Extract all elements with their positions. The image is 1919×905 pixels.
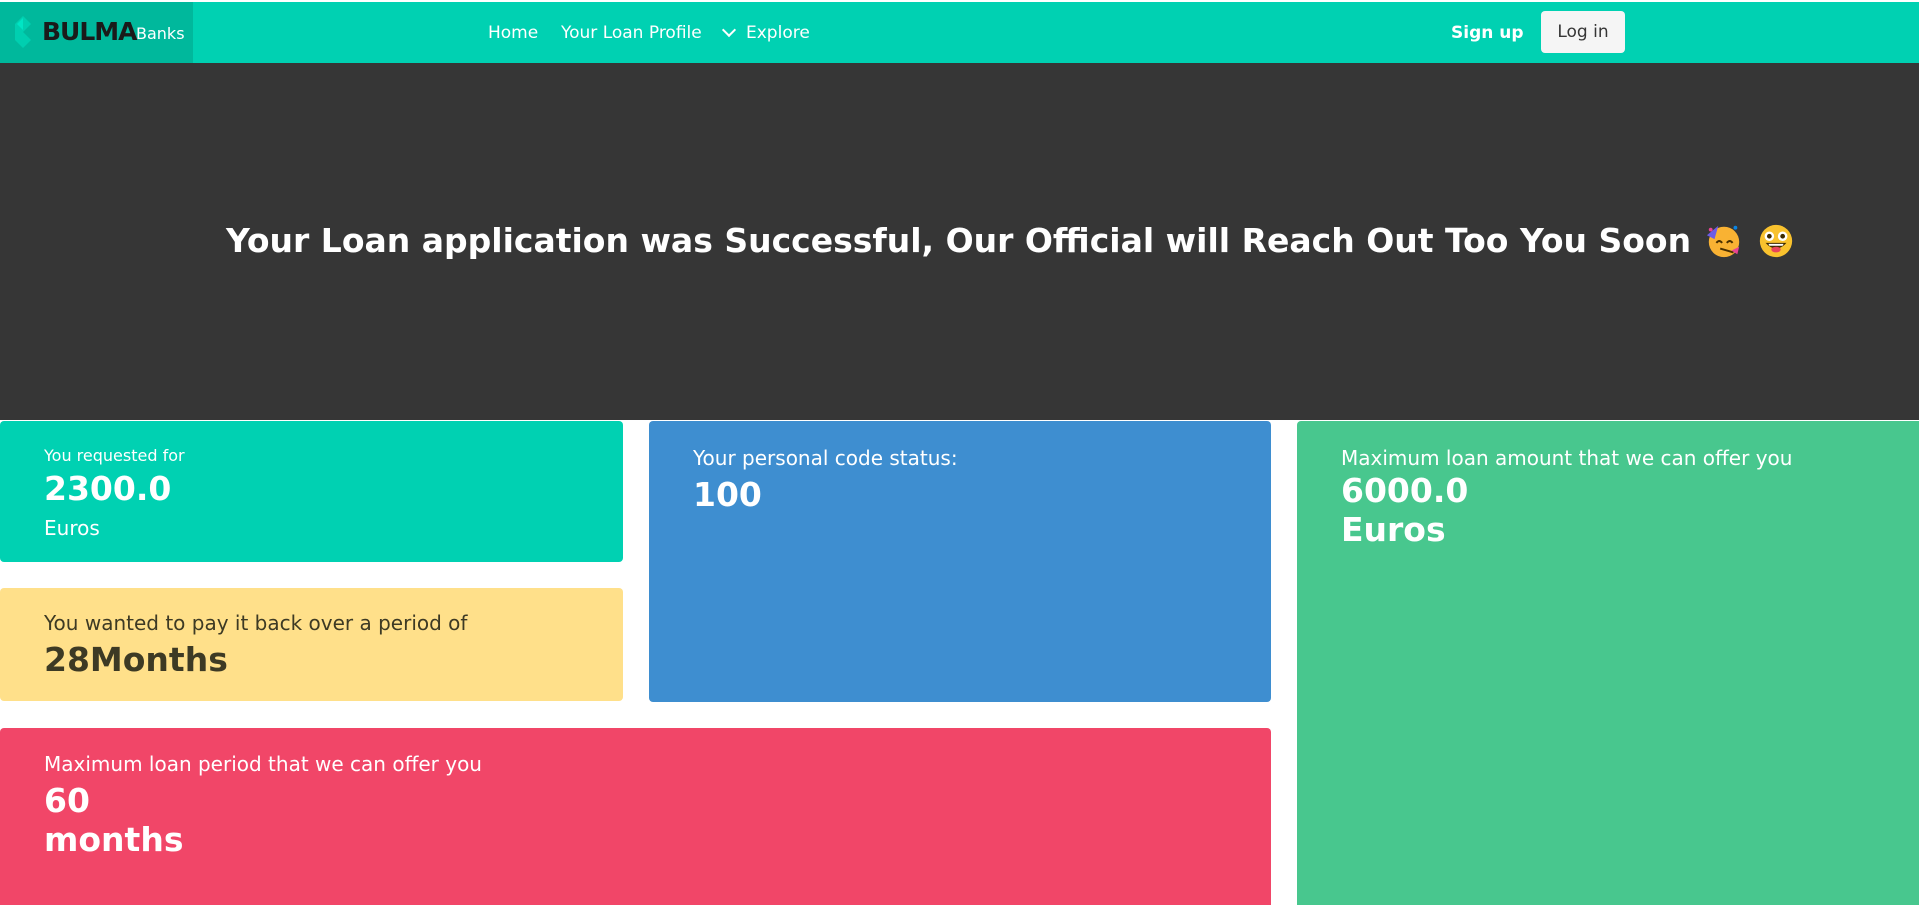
brand-name: BULMA — [42, 17, 138, 46]
navbar: BULMA Banks Home Your Loan Profile Explo… — [0, 2, 1919, 63]
nav-explore-dropdown[interactable]: Explore — [720, 22, 810, 44]
code-status-label: Your personal code status: — [693, 446, 958, 470]
code-status-value: 100 — [693, 475, 762, 514]
nav-home-link[interactable]: Home — [488, 22, 538, 44]
requested-amount: 2300.0 — [44, 469, 172, 508]
hero-section: Your Loan application was Successful, Ou… — [0, 63, 1919, 420]
signup-button[interactable]: Sign up — [1451, 22, 1524, 44]
repayment-period-label: You wanted to pay it back over a period … — [44, 611, 468, 635]
login-button[interactable]: Log in — [1541, 11, 1625, 53]
requested-amount-tile: You requested for 2300.0 Euros — [0, 421, 623, 562]
brand-suffix: Banks — [136, 24, 185, 43]
grinning-zany-face-icon — [1759, 224, 1793, 258]
bulma-logo-icon — [15, 16, 31, 48]
code-status-tile: Your personal code status: 100 — [649, 421, 1271, 702]
max-period-unit: months — [44, 820, 184, 859]
hero-title-text: Your Loan application was Successful, Ou… — [226, 221, 1692, 260]
max-period-value: 60 — [44, 781, 90, 820]
repayment-period-tile: You wanted to pay it back over a period … — [0, 588, 623, 701]
max-amount-value: 6000.0 — [1341, 471, 1469, 510]
partying-face-icon — [1706, 225, 1740, 258]
max-amount-unit: Euros — [1341, 510, 1446, 549]
chevron-down-icon — [721, 22, 737, 38]
requested-unit: Euros — [44, 516, 100, 540]
requested-label: You requested for — [44, 446, 185, 465]
max-amount-tile: Maximum loan amount that we can offer yo… — [1297, 421, 1919, 905]
hero-title: Your Loan application was Successful, Ou… — [226, 219, 1795, 263]
max-period-label: Maximum loan period that we can offer yo… — [44, 752, 482, 776]
repayment-period-value: 28Months — [44, 640, 228, 679]
nav-loan-profile-link[interactable]: Your Loan Profile — [561, 22, 702, 44]
max-amount-label: Maximum loan amount that we can offer yo… — [1341, 446, 1793, 470]
brand-logo-link[interactable]: BULMA Banks — [0, 2, 193, 63]
max-period-tile: Maximum loan period that we can offer yo… — [0, 728, 1271, 905]
nav-explore-label: Explore — [746, 23, 810, 43]
